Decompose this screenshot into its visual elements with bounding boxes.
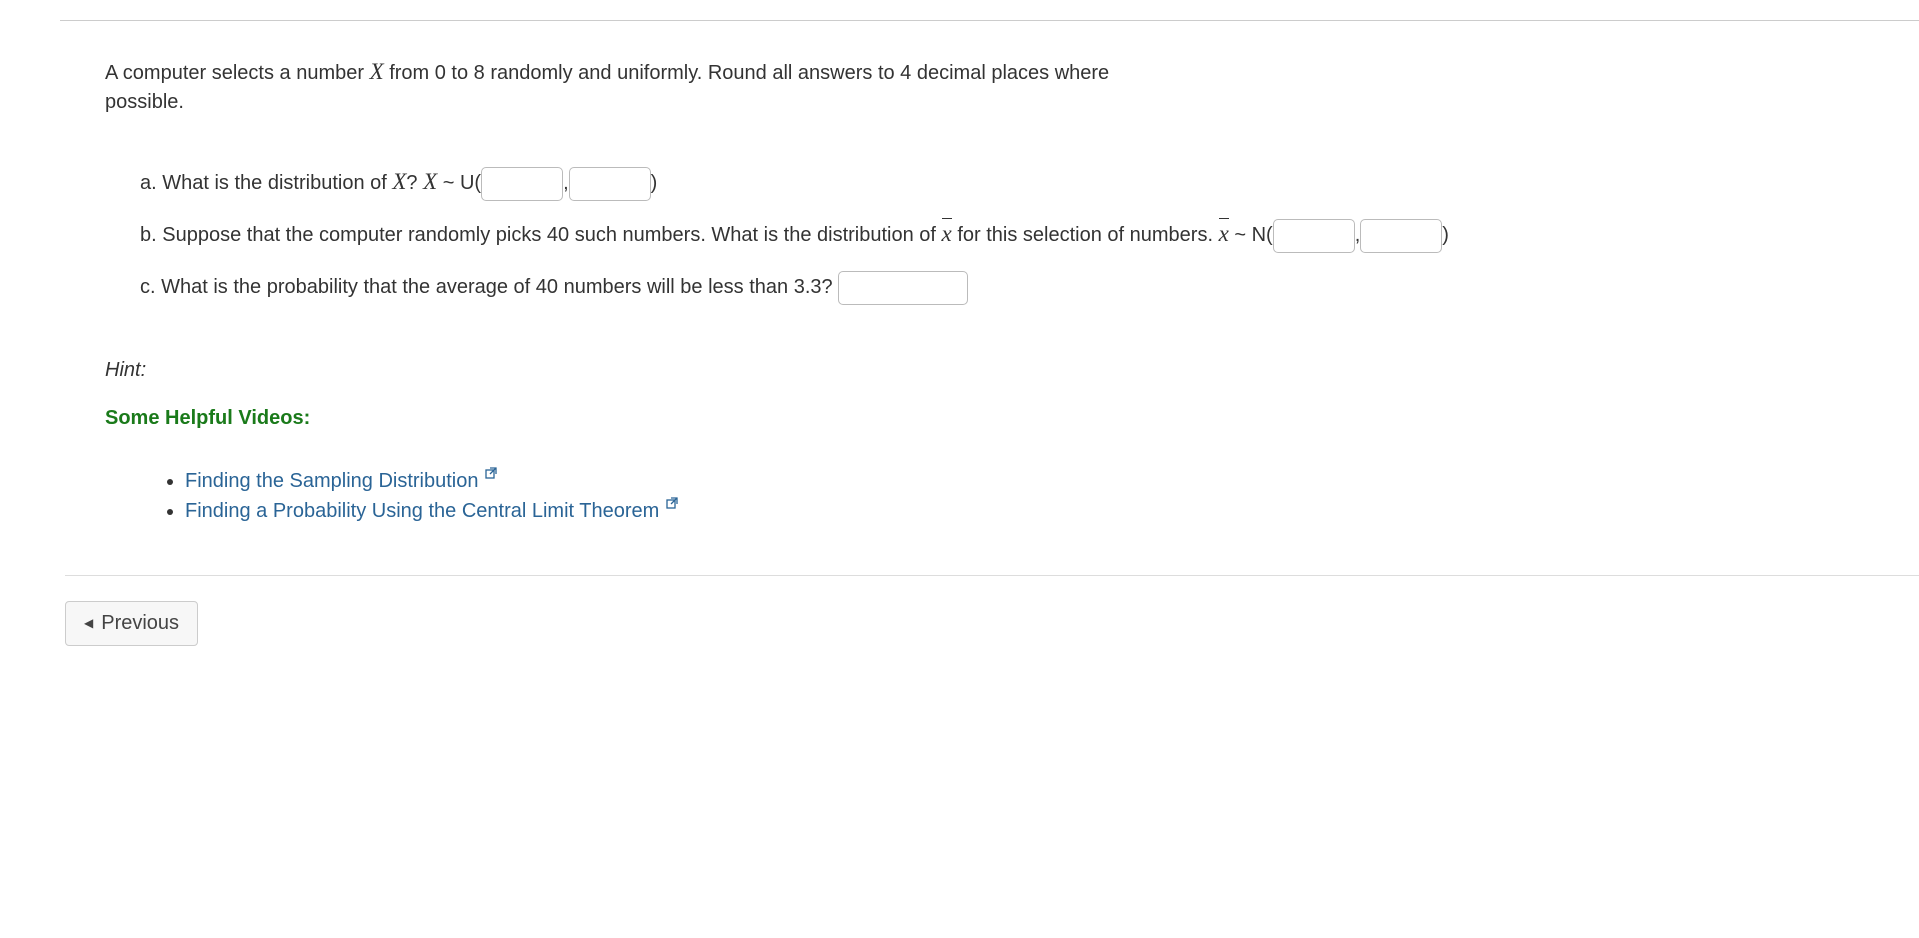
question-b: b. Suppose that the computer randomly pi… (140, 213, 1879, 257)
video-link-clt[interactable]: Finding a Probability Using the Central … (185, 500, 678, 522)
bottom-divider (65, 575, 1919, 576)
videos-header: Some Helpful Videos: (105, 407, 1879, 430)
q-b-tilde-n: ~ N( (1229, 224, 1273, 246)
list-item: Finding a Probability Using the Central … (185, 495, 1879, 525)
q-c-text1: What is the probability that the average… (161, 276, 838, 298)
question-c: c. What is the probability that the aver… (140, 265, 1879, 309)
var-xbar-b1: x (942, 216, 952, 252)
external-link-icon (666, 495, 678, 515)
q-c-label: c. (140, 276, 156, 298)
var-X-a1: X (392, 169, 406, 194)
q-a-close: ) (651, 172, 658, 194)
q-a-tilde-u: ~ U( (437, 172, 481, 194)
input-b-mean[interactable] (1273, 219, 1355, 253)
video-link-sampling-distribution[interactable]: Finding the Sampling Distribution (185, 470, 497, 492)
question-a: a. What is the distribution of X? X ~ U(… (140, 161, 1879, 205)
q-a-label: a. (140, 172, 157, 194)
video-link-text-1: Finding a Probability Using the Central … (185, 500, 659, 522)
q-a-text1: What is the distribution of (162, 172, 392, 194)
hint-label: Hint: (105, 359, 1879, 382)
intro-text-1: A computer selects a number (105, 62, 370, 84)
q-b-close: ) (1442, 224, 1449, 246)
previous-button[interactable]: ◀ Previous (65, 601, 198, 646)
question-content: A computer selects a number X from 0 to … (0, 56, 1919, 525)
video-list: Finding the Sampling Distribution Findin… (105, 465, 1879, 524)
input-b-sd[interactable] (1360, 219, 1442, 253)
q-a-comma: , (563, 172, 569, 194)
question-list: a. What is the distribution of X? X ~ U(… (105, 161, 1879, 309)
previous-label: Previous (101, 612, 179, 635)
video-link-text-0: Finding the Sampling Distribution (185, 470, 479, 492)
var-xbar-b2: x (1219, 216, 1229, 252)
input-a-lower[interactable] (481, 167, 563, 201)
list-item: Finding the Sampling Distribution (185, 465, 1879, 495)
question-intro: A computer selects a number X from 0 to … (105, 56, 1125, 116)
q-a-text2: ? (406, 172, 423, 194)
external-link-icon (485, 465, 497, 485)
input-a-upper[interactable] (569, 167, 651, 201)
input-c-probability[interactable] (838, 271, 968, 305)
var-X-a2: X (423, 169, 437, 194)
q-b-text1: Suppose that the computer randomly picks… (162, 224, 941, 246)
triangle-left-icon: ◀ (84, 616, 93, 630)
nav-row: ◀ Previous (0, 601, 1919, 646)
q-b-text2: for this selection of numbers. (952, 224, 1219, 246)
top-divider (60, 20, 1919, 21)
var-X: X (370, 59, 384, 84)
q-b-label: b. (140, 224, 157, 246)
